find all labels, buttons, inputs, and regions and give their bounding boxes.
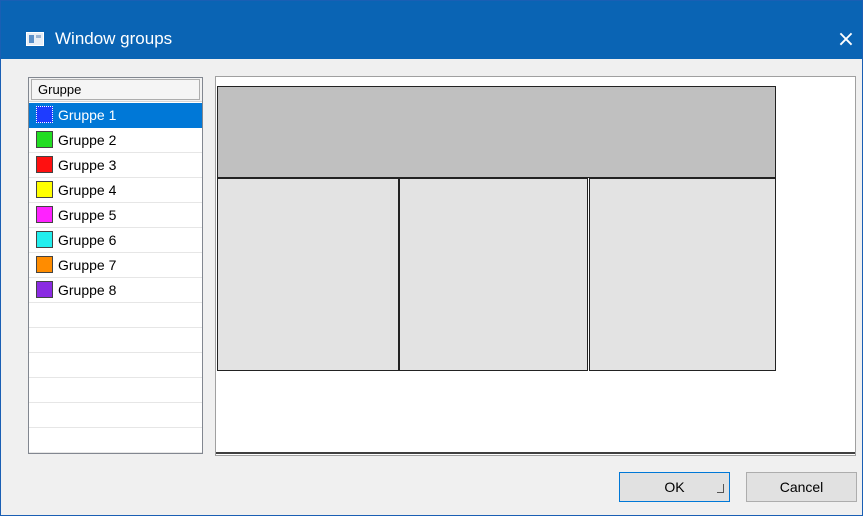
empty-list-row (29, 378, 202, 403)
color-swatch-icon (36, 131, 53, 148)
empty-list-row (29, 428, 202, 453)
group-list[interactable]: Gruppe Gruppe 1 Gruppe 2 Gruppe 3 Gruppe 4 G… (28, 77, 203, 454)
preview-bottom-border (216, 452, 855, 454)
list-item[interactable]: Gruppe 8 (29, 278, 202, 303)
list-item[interactable]: Gruppe 7 (29, 253, 202, 278)
list-item-label: Gruppe 7 (58, 257, 117, 273)
app-icon (26, 32, 44, 46)
title-bar: Window groups × (1, 1, 862, 59)
color-swatch-icon (36, 256, 53, 273)
list-item-label: Gruppe 6 (58, 232, 117, 248)
window-layout-preview[interactable] (215, 76, 856, 456)
close-icon[interactable]: × (831, 25, 861, 55)
color-swatch-icon (36, 156, 53, 173)
color-swatch-icon (36, 231, 53, 248)
color-swatch-icon (36, 206, 53, 223)
window-groups-dialog: Window groups × Gruppe Gruppe 1 Gruppe 2G… (0, 0, 863, 516)
cancel-button[interactable]: Cancel (746, 472, 857, 502)
column-header-gruppe[interactable]: Gruppe (31, 79, 200, 100)
color-swatch-icon (36, 106, 53, 123)
list-item-label: Gruppe 4 (58, 182, 117, 198)
list-item[interactable]: Gruppe 2 (29, 128, 202, 153)
preview-pane-middle[interactable] (399, 178, 588, 371)
preview-pane-left[interactable] (217, 178, 400, 371)
empty-list-row (29, 353, 202, 378)
empty-list-row (29, 403, 202, 428)
list-item[interactable]: Gruppe 4 (29, 178, 202, 203)
list-item[interactable]: Gruppe 1 (29, 103, 202, 128)
empty-list-row (29, 328, 202, 353)
list-item[interactable]: Gruppe 6 (29, 228, 202, 253)
preview-pane-top[interactable] (217, 86, 776, 178)
color-swatch-icon (36, 181, 53, 198)
list-item-label: Gruppe 5 (58, 207, 117, 223)
empty-list-row (29, 303, 202, 328)
list-item-label: Gruppe 1 (58, 107, 117, 123)
list-item[interactable]: Gruppe 3 (29, 153, 202, 178)
window-title: Window groups (55, 29, 173, 48)
list-item[interactable]: Gruppe 5 (29, 203, 202, 228)
color-swatch-icon (36, 281, 53, 298)
preview-pane-right[interactable] (589, 178, 776, 371)
list-item-label: Gruppe 2 (58, 132, 117, 148)
list-item-label: Gruppe 8 (58, 282, 117, 298)
list-header: Gruppe (29, 78, 202, 102)
list-item-label: Gruppe 3 (58, 157, 117, 173)
ok-button[interactable]: OK (619, 472, 730, 502)
